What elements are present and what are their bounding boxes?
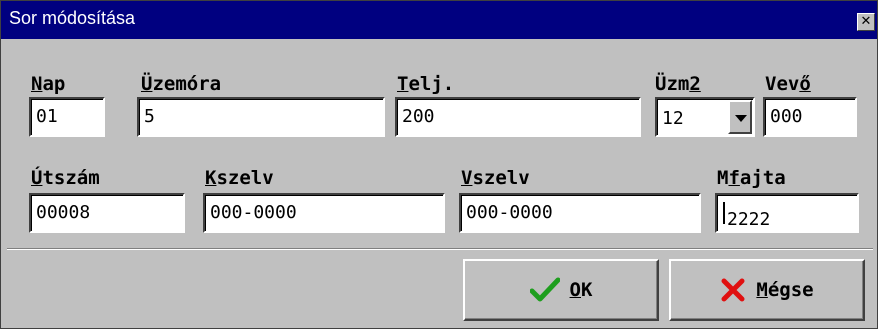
uzemora-field[interactable]: 5	[137, 97, 385, 137]
vevo-field[interactable]: 000	[763, 97, 857, 137]
kszelv-field[interactable]: 000-0000	[203, 193, 445, 233]
vszelv-field[interactable]: 000-0000	[459, 193, 701, 233]
cancel-button[interactable]: Mégse	[669, 259, 865, 321]
ok-button[interactable]: OK	[463, 259, 659, 321]
label-vszelv: Vszelv	[461, 167, 530, 189]
chevron-down-icon	[735, 115, 747, 122]
close-button[interactable]: ✕	[857, 13, 875, 31]
label-telj: Telj.	[397, 73, 455, 95]
nap-field[interactable]: 01	[29, 97, 105, 137]
utszam-field[interactable]: 00008	[29, 193, 185, 233]
label-utszam: Útszám	[31, 167, 100, 189]
label-vevo: Vevő	[765, 73, 811, 95]
mfajta-field[interactable]: 2222	[715, 193, 859, 233]
label-uzemora: Üzemóra	[141, 73, 222, 95]
uzm2-combobox[interactable]: 12	[655, 97, 755, 137]
ok-label: OK	[569, 279, 593, 301]
text-caret	[723, 202, 725, 224]
window-title: Sor módosítása	[9, 8, 136, 28]
uzm2-dropdown-button[interactable]	[728, 100, 752, 134]
cancel-label: Mégse	[756, 279, 814, 301]
telj-field[interactable]: 200	[395, 97, 641, 137]
x-mark-icon	[721, 278, 745, 302]
label-mfajta: Mfajta	[717, 167, 786, 189]
checkmark-icon	[529, 277, 560, 302]
separator	[7, 248, 873, 250]
close-icon: ✕	[860, 14, 872, 29]
dialog-window: Sor módosítása ✕ Nap Üzemóra Telj. Üzm2 …	[0, 0, 878, 329]
label-kszelv: Kszelv	[205, 167, 274, 189]
label-uzm2: Üzm2	[655, 73, 701, 95]
label-nap: Nap	[31, 73, 66, 95]
mfajta-value: 2222	[727, 209, 771, 230]
title-bar[interactable]: Sor módosítása ✕	[1, 1, 877, 39]
